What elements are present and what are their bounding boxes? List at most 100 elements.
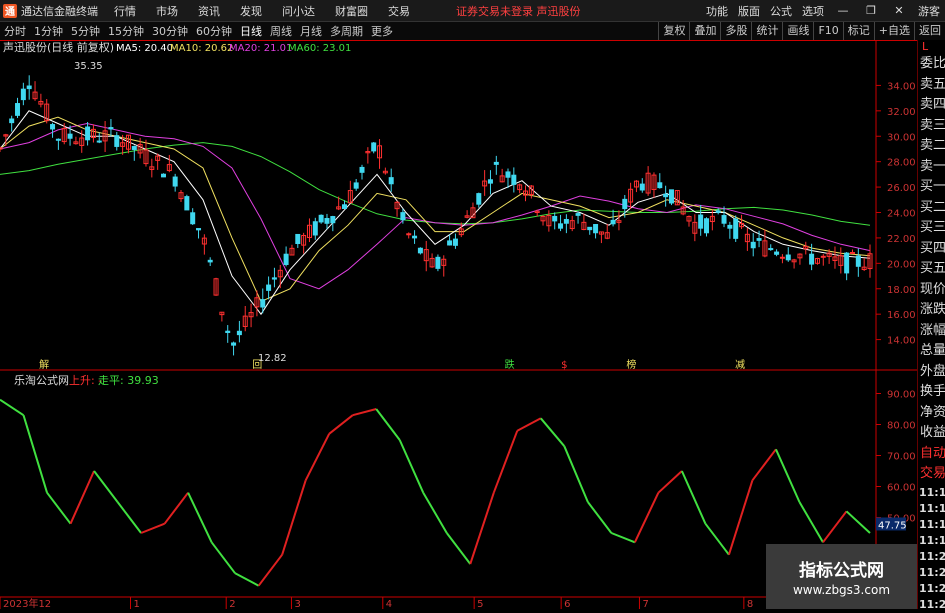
- event-marker[interactable]: 减: [735, 359, 745, 371]
- candle-body: [236, 330, 242, 336]
- candle-body: [768, 248, 774, 251]
- candle-body: [505, 171, 511, 178]
- price-tick-label: 16.00: [887, 310, 916, 321]
- candle-body: [330, 216, 336, 224]
- ma20-label: MA20: 21.01: [229, 43, 292, 54]
- side-item: 收益: [920, 425, 945, 440]
- main-title: 声迅股份(日线 前复权): [3, 40, 114, 54]
- price-tick-label: 14.00: [887, 336, 916, 347]
- candle-body: [552, 215, 558, 222]
- price-tick-label: 24.00: [887, 209, 916, 220]
- event-marker[interactable]: 跌: [505, 358, 515, 371]
- price-tick-label: 20.00: [887, 259, 916, 270]
- indicator-segment: [328, 414, 354, 435]
- side-item: 外盘: [920, 363, 945, 379]
- candle-body: [412, 235, 418, 239]
- side-time: 11:20: [919, 597, 945, 611]
- candle-body: [400, 212, 406, 221]
- candle-body: [593, 224, 599, 234]
- indicator-segment: [540, 417, 566, 447]
- indicator-segment: [140, 522, 165, 534]
- event-marker[interactable]: 解: [39, 358, 49, 371]
- candle-body: [196, 228, 202, 231]
- candle-body: [231, 342, 237, 346]
- guest-label[interactable]: 游客: [918, 3, 940, 19]
- indicator-segment: [775, 448, 801, 503]
- side-item: 卖二: [920, 138, 945, 153]
- date-tick-label: 5: [477, 599, 483, 609]
- candle-body: [26, 85, 32, 90]
- sub-current-value: 47.75: [878, 520, 907, 531]
- sub-flat-label: 走平: 39.93: [98, 374, 159, 387]
- side-item: 卖五: [920, 76, 945, 92]
- sub-tick-label: 80.00: [887, 421, 916, 432]
- date-tick-label: 1: [134, 599, 140, 609]
- indicator-segment: [751, 448, 777, 481]
- tool-fanhui[interactable]: 返回: [914, 22, 945, 40]
- indicator-segment: [633, 492, 660, 543]
- candle-body: [704, 218, 710, 234]
- price-tick-label: 26.00: [887, 183, 916, 194]
- candle-body: [657, 182, 663, 189]
- price-tick-label: 30.00: [887, 132, 916, 143]
- indicator-segment: [116, 501, 142, 534]
- side-item: 净资: [920, 404, 945, 420]
- price-tick-label: 32.00: [887, 107, 916, 118]
- indicator-segment: [469, 492, 495, 565]
- candle-body: [55, 138, 61, 141]
- side-top-label: L: [922, 40, 929, 53]
- candle-body: [417, 247, 423, 254]
- candle-body: [318, 214, 324, 223]
- candle-body: [575, 213, 581, 216]
- side-item: 现价: [920, 281, 945, 297]
- date-tick-label: 4: [386, 599, 392, 609]
- price-tick-label: 34.00: [887, 81, 916, 92]
- candle-body: [849, 251, 855, 254]
- date-tick-label: 3: [294, 599, 300, 609]
- indicator-segment: [0, 398, 25, 417]
- event-marker[interactable]: 榜: [626, 358, 636, 371]
- indicator-segment: [375, 408, 401, 441]
- event-marker[interactable]: $: [561, 360, 567, 371]
- sub-tick-label: 60.00: [887, 483, 916, 494]
- candle-body: [785, 254, 791, 261]
- candle-body: [622, 198, 628, 210]
- watermark: 指标公式网 www.zbgs3.com: [766, 544, 917, 609]
- indicator-segment: [234, 572, 260, 587]
- side-item: 买四: [920, 240, 945, 256]
- candle-body: [388, 177, 394, 185]
- side-time: 11:19: [919, 501, 945, 515]
- indicator-segment: [657, 470, 683, 494]
- chart-area[interactable]: 34.00 32.00 30.00 28.00 26.00 24.00 22.00 20.00…: [0, 0, 917, 609]
- indicator-segment: [22, 414, 48, 493]
- candle-body: [733, 218, 739, 239]
- side-item: 卖一: [920, 158, 945, 174]
- indicator-segment: [727, 479, 754, 556]
- indicator-segment: [257, 554, 283, 587]
- candle-body: [774, 251, 780, 255]
- side-item-trade[interactable]: 自动: [918, 444, 945, 465]
- indicator-segment: [46, 492, 72, 525]
- candle-body: [85, 126, 91, 141]
- side-item: 买二: [920, 199, 945, 215]
- indicator-segment: [704, 523, 730, 556]
- candle-body: [371, 142, 377, 152]
- candle-body: [844, 252, 850, 274]
- side-item-trade[interactable]: 交易: [918, 464, 945, 485]
- side-time: 11:20: [919, 565, 945, 579]
- side-time: 11:20: [919, 549, 945, 563]
- date-tick-label: 7: [642, 599, 648, 609]
- candle-body: [558, 223, 564, 229]
- sub-title: 乐淘公式网: [14, 374, 69, 387]
- candle-body: [639, 183, 645, 191]
- sub-tick-label: 90.00: [887, 390, 916, 401]
- candle-body: [820, 255, 826, 258]
- candle-body: [715, 210, 721, 213]
- indicator-segment: [492, 430, 519, 494]
- watermark-title: 指标公式网: [799, 561, 884, 581]
- candle-body: [493, 161, 499, 165]
- candle-body: [855, 255, 861, 267]
- side-item: 总量: [920, 343, 945, 358]
- side-time: 11:19: [919, 485, 945, 499]
- candle-body: [359, 166, 365, 173]
